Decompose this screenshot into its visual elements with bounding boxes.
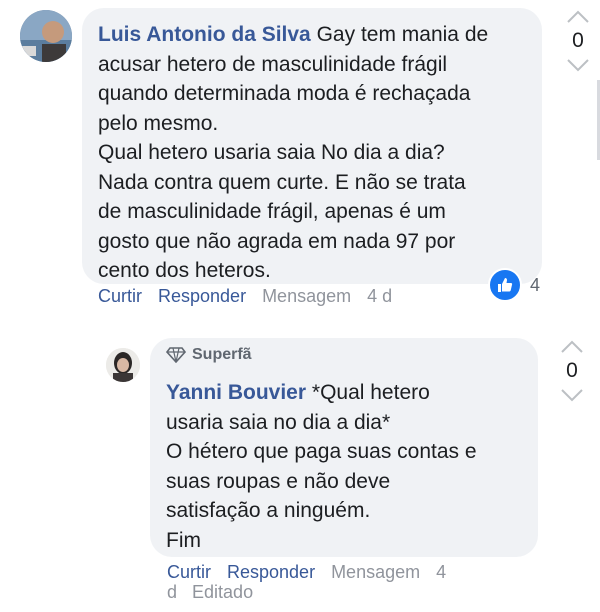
reply-link[interactable]: Responder (227, 562, 315, 583)
badge-label: Superfã (192, 346, 252, 363)
edited-status: d Editado (167, 582, 253, 603)
like-link[interactable]: Curtir (98, 286, 142, 307)
author-name[interactable]: Luis Antonio da Silva (98, 23, 311, 46)
message-link[interactable]: Mensagem (331, 562, 420, 583)
upvote-icon[interactable] (566, 10, 590, 24)
comment-actions: Curtir Responder Mensagem 4 d (98, 286, 392, 307)
thumbs-up-icon (488, 268, 522, 302)
reaction-count: 4 (530, 274, 541, 295)
reaction-summary[interactable]: 4 (488, 268, 540, 302)
avatar[interactable] (20, 10, 72, 62)
downvote-icon[interactable] (566, 58, 590, 72)
timestamp[interactable]: 4 (436, 562, 446, 583)
reply-link[interactable]: Responder (158, 286, 246, 307)
superfan-badge: Superfã (166, 346, 252, 364)
timestamp[interactable]: 4 d (367, 286, 392, 307)
diamond-icon (166, 347, 186, 363)
vote-count: 0 (572, 29, 584, 52)
comment-actions: Curtir Responder Mensagem 4 (167, 562, 446, 583)
message-link[interactable]: Mensagem (262, 286, 351, 307)
edited-label[interactable]: Editado (192, 582, 253, 602)
downvote-icon[interactable] (560, 388, 584, 402)
comment-text: Yanni Bouvier *Qual hetero usaria saia n… (166, 381, 477, 552)
comment-text: Luis Antonio da Silva Gay tem mania de a… (98, 23, 489, 282)
avatar[interactable] (106, 348, 140, 382)
timestamp-unit: d (167, 582, 178, 602)
upvote-icon[interactable] (560, 340, 584, 354)
like-link[interactable]: Curtir (167, 562, 211, 583)
vote-widget: 0 (563, 10, 593, 72)
vote-count: 0 (566, 359, 578, 382)
vote-widget: 0 (557, 340, 587, 402)
author-name[interactable]: Yanni Bouvier (166, 381, 306, 404)
